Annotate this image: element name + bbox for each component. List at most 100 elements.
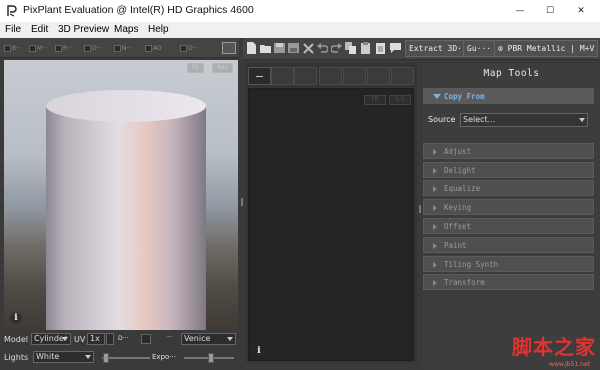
section-label: Keying bbox=[444, 203, 472, 212]
cylinder-model bbox=[46, 90, 206, 330]
map-tools-title: Map Tools bbox=[483, 68, 540, 79]
minimize-button[interactable]: — bbox=[504, 0, 536, 22]
tab-map-4[interactable] bbox=[319, 67, 342, 85]
section-offset[interactable]: Offset bbox=[423, 218, 594, 234]
model-select[interactable]: Cylinder bbox=[31, 333, 71, 345]
map-toggle-metallic[interactable]: M··· bbox=[29, 44, 48, 52]
info-icon[interactable]: i bbox=[253, 345, 265, 357]
copy-from-label: Copy From bbox=[444, 92, 485, 101]
res-button[interactable]: Res bbox=[212, 63, 233, 73]
map-toggle-label: R··· bbox=[63, 44, 73, 52]
source-label: Source bbox=[428, 115, 456, 124]
map-toggle-label: N··· bbox=[122, 44, 133, 52]
tab-map-3[interactable] bbox=[294, 67, 317, 85]
map-toggle-other[interactable]: O··· bbox=[180, 44, 198, 52]
section-transform[interactable]: Transform bbox=[423, 274, 594, 290]
menu-file[interactable]: File bbox=[5, 24, 21, 35]
lights-value: White bbox=[36, 352, 60, 361]
menu-edit[interactable]: Edit bbox=[31, 24, 48, 35]
section-tiling-synth[interactable]: Tiling Synth bbox=[423, 256, 594, 272]
clipboard-icon[interactable] bbox=[375, 42, 386, 54]
map-toggle-label: B··· bbox=[12, 44, 22, 52]
uv-label: UV bbox=[74, 335, 86, 344]
map-toggle-basecolor[interactable]: B··· bbox=[4, 44, 22, 52]
info-icon[interactable]: i bbox=[10, 312, 22, 324]
tab-map-1[interactable] bbox=[248, 67, 271, 85]
map-toggle-normal[interactable]: N··· bbox=[114, 44, 132, 52]
3d-preview-viewport[interactable]: Fit Res i bbox=[4, 60, 238, 330]
canvas-one-to-one-button[interactable]: 1:1 bbox=[389, 95, 411, 105]
source-select[interactable]: Select... bbox=[460, 113, 588, 127]
uv-stepper[interactable] bbox=[106, 333, 114, 345]
uv-value: 1x bbox=[90, 334, 100, 343]
d-checkbox[interactable] bbox=[141, 334, 151, 344]
chevron-down-icon bbox=[227, 337, 233, 341]
close-button[interactable]: ✕ bbox=[565, 0, 597, 22]
section-label: Equalize bbox=[444, 184, 481, 193]
tab-map-5[interactable] bbox=[343, 67, 366, 85]
section-equalize[interactable]: Equalize bbox=[423, 180, 594, 196]
watermark-logo: 脚本之家 bbox=[512, 335, 596, 359]
guide-button[interactable]: Gu··· bbox=[463, 40, 496, 57]
new-file-icon[interactable] bbox=[246, 42, 257, 54]
save-icon[interactable] bbox=[274, 42, 285, 54]
watermark-url: www.jb51.net bbox=[549, 361, 590, 368]
section-paint[interactable]: Paint bbox=[423, 237, 594, 253]
exposure-label: Expo··· bbox=[152, 353, 176, 361]
model-label: Model bbox=[4, 335, 29, 344]
section-keying[interactable]: Keying bbox=[423, 199, 594, 215]
map-canvas[interactable] bbox=[248, 88, 414, 361]
d-label: D··· bbox=[118, 335, 129, 342]
tab-map-6[interactable] bbox=[367, 67, 390, 85]
light-intensity-slider[interactable] bbox=[102, 357, 150, 359]
chevron-right-icon bbox=[433, 280, 437, 286]
maximize-button[interactable]: ☐ bbox=[534, 0, 566, 22]
source-row: Source Select... bbox=[423, 111, 594, 131]
copy-icon[interactable] bbox=[345, 42, 356, 54]
lights-label: Lights bbox=[4, 353, 29, 362]
slider-handle[interactable] bbox=[208, 353, 214, 363]
save-as-icon[interactable] bbox=[288, 42, 299, 54]
redo-icon[interactable] bbox=[331, 42, 342, 54]
map-tabs bbox=[246, 67, 418, 85]
slider-handle[interactable] bbox=[103, 353, 109, 363]
undock-window-icon[interactable] bbox=[222, 42, 236, 54]
map-toggle-label: M··· bbox=[37, 44, 48, 52]
menu-maps[interactable]: Maps bbox=[114, 24, 138, 35]
uv-field[interactable]: 1x bbox=[87, 333, 105, 345]
chevron-right-icon bbox=[433, 186, 437, 192]
canvas-fit-button[interactable]: Fit bbox=[364, 95, 386, 105]
map-toggle-toolbar: B··· M··· R··· D··· N··· AO O··· bbox=[0, 38, 240, 58]
lights-select[interactable]: White bbox=[33, 351, 94, 363]
environment-value: Venice bbox=[184, 334, 211, 343]
tab-map-7[interactable] bbox=[391, 67, 414, 85]
map-toggle-displacement[interactable]: D··· bbox=[84, 44, 102, 52]
map-tools-panel: Map Tools bbox=[423, 63, 600, 370]
environment-select[interactable]: Venice bbox=[181, 333, 236, 345]
copy-from-section[interactable]: Copy From bbox=[423, 88, 594, 104]
section-label: Adjust bbox=[444, 147, 472, 156]
undo-icon[interactable] bbox=[317, 42, 328, 54]
pixplant-app-icon bbox=[7, 5, 17, 17]
delete-icon[interactable] bbox=[303, 42, 314, 54]
menu-bar: File Edit 3D Preview Maps Help bbox=[0, 22, 600, 38]
gear-icon: ⚙ bbox=[498, 44, 503, 53]
map-toggle-ao[interactable]: AO bbox=[145, 44, 162, 52]
chevron-right-icon bbox=[433, 168, 437, 174]
paste-icon[interactable] bbox=[360, 42, 371, 54]
source-value: Select... bbox=[463, 115, 496, 124]
menu-3d-preview[interactable]: 3D Preview bbox=[58, 24, 109, 35]
map-toggle-label: AO bbox=[153, 44, 162, 52]
tab-map-2[interactable] bbox=[271, 67, 294, 85]
comment-icon[interactable] bbox=[390, 42, 401, 54]
fit-button[interactable]: Fit bbox=[187, 63, 205, 73]
open-folder-icon[interactable] bbox=[260, 42, 271, 54]
map-toggle-label: O··· bbox=[188, 44, 199, 52]
menu-help[interactable]: Help bbox=[148, 24, 169, 35]
section-delight[interactable]: Delight bbox=[423, 162, 594, 178]
chevron-down-icon bbox=[579, 118, 585, 122]
section-adjust[interactable]: Adjust bbox=[423, 143, 594, 159]
map-toggle-roughness[interactable]: R··· bbox=[55, 44, 73, 52]
maximize-icon: ☐ bbox=[545, 6, 555, 16]
material-mode-button[interactable]: ⚙ PBR Metallic | M+V bbox=[494, 40, 599, 57]
